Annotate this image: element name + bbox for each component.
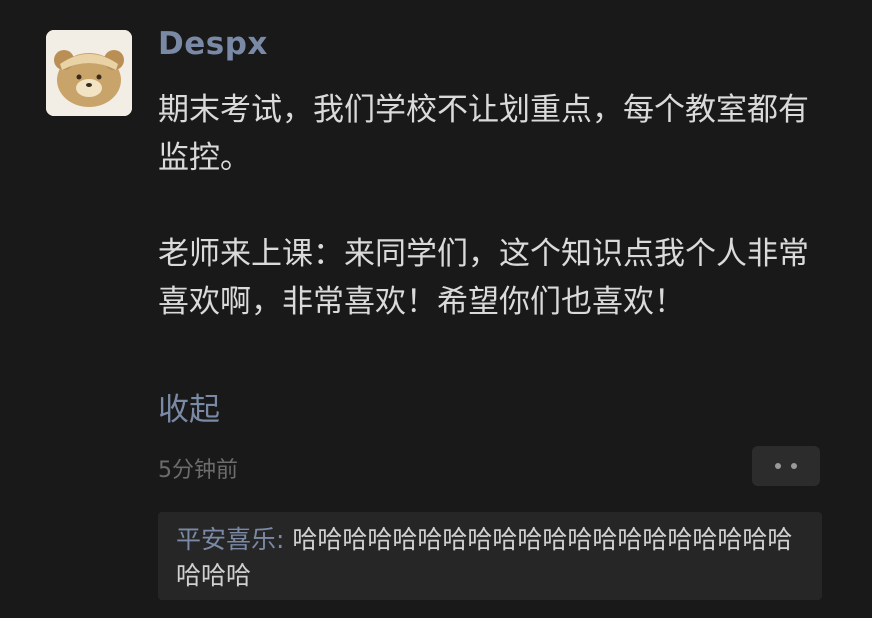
comment-item[interactable]: 平安喜乐: 哈哈哈哈哈哈哈哈哈哈哈哈哈哈哈哈哈哈哈哈哈哈哈 — [176, 522, 806, 594]
timestamp: 5分钟前 — [158, 458, 238, 483]
more-button[interactable] — [752, 446, 820, 486]
nickname[interactable]: Despx — [158, 26, 268, 62]
comment-separator: : — [276, 525, 293, 554]
post-paragraph: 老师来上课：来同学们，这个知识点我个人非常喜欢啊，非常喜欢！希望你们也喜欢！ — [158, 236, 809, 320]
post-paragraph: 期末考试，我们学校不让划重点，每个教室都有监控。 — [158, 92, 809, 176]
avatar[interactable] — [46, 30, 132, 116]
bear-avatar-icon — [46, 30, 132, 116]
comment-author[interactable]: 平安喜乐 — [176, 525, 276, 554]
comment-box: 平安喜乐: 哈哈哈哈哈哈哈哈哈哈哈哈哈哈哈哈哈哈哈哈哈哈哈 — [158, 512, 822, 600]
collapse-link[interactable]: 收起 — [158, 384, 220, 429]
more-dots-icon — [775, 463, 797, 469]
post-body: 期末考试，我们学校不让划重点，每个教室都有监控。 老师来上课：来同学们，这个知识… — [158, 86, 818, 326]
